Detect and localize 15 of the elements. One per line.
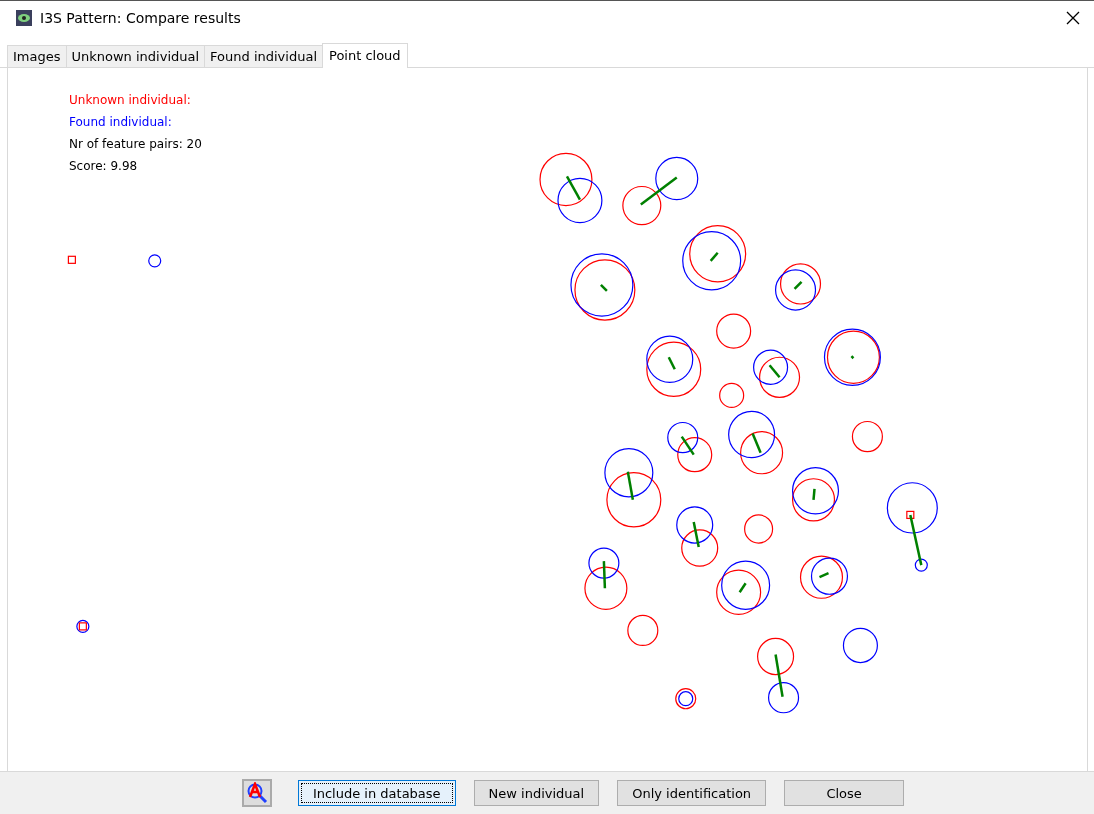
zoom-icon[interactable] — [241, 779, 272, 807]
tab[interactable]: Images — [7, 45, 67, 67]
info-text: Unknown individual: — [69, 92, 191, 108]
tab[interactable]: Unknown individual — [65, 45, 206, 67]
info-text: Found individual: — [69, 114, 172, 130]
action-button[interactable]: Only identification — [617, 780, 767, 806]
tab[interactable]: Found individual — [204, 45, 323, 67]
action-button[interactable]: New individual — [473, 780, 600, 806]
action-button[interactable]: Close — [784, 780, 905, 806]
window-title: I3S Pattern: Compare results — [40, 10, 242, 26]
app-icon — [16, 10, 32, 26]
tab[interactable]: Point cloud — [322, 43, 408, 68]
action-button[interactable]: Include in database — [297, 780, 456, 806]
info-text: Score: 9.98 — [69, 158, 138, 174]
info-text: Nr of feature pairs: 20 — [69, 136, 202, 152]
